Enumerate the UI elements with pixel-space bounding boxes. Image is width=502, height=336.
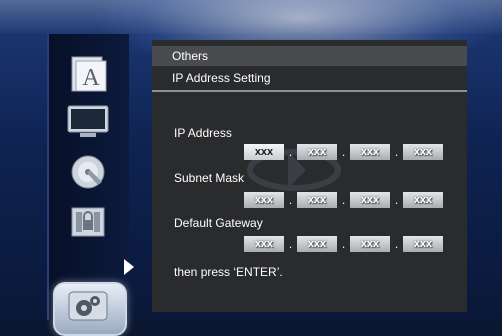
language-a-icon: A	[71, 56, 107, 92]
panel-title: Others	[172, 49, 209, 63]
settings-gears-icon	[68, 291, 108, 321]
gateway-octet-1[interactable]: xxx	[244, 236, 284, 252]
default-gateway-field[interactable]: xxx . xxx . xxx . xxx	[244, 236, 443, 252]
ip-octet-3[interactable]: xxx	[350, 144, 390, 160]
ip-octet-4[interactable]: xxx	[403, 144, 443, 160]
ip-address-field[interactable]: xxx . xxx . xxx . xxx	[244, 144, 443, 160]
subnet-octet-1[interactable]: xxx	[244, 192, 284, 208]
subnet-dot: .	[394, 193, 399, 207]
gateway-octet-3[interactable]: xxx	[350, 236, 390, 252]
sidebar-item-disc[interactable]	[59, 150, 117, 194]
gateway-dot: .	[394, 237, 399, 251]
sidebar-item-parental-lock[interactable]	[59, 200, 117, 244]
disc-icon	[71, 155, 105, 189]
sidebar-item-others[interactable]	[59, 284, 117, 328]
subnet-dot: .	[341, 193, 346, 207]
ip-dot: .	[341, 145, 346, 159]
ip-settings-panel: Others IP Address Setting IP Address xxx…	[152, 40, 467, 312]
ip-octet-1[interactable]: xxx	[244, 144, 284, 160]
subnet-octet-2[interactable]: xxx	[297, 192, 337, 208]
display-monitor-icon	[67, 105, 109, 137]
svg-text:A: A	[82, 65, 100, 91]
subnet-octet-3[interactable]: xxx	[350, 192, 390, 208]
settings-sidebar: A	[47, 34, 129, 336]
gateway-dot: .	[341, 237, 346, 251]
gateway-octet-2[interactable]: xxx	[297, 236, 337, 252]
gateway-octet-4[interactable]: xxx	[403, 236, 443, 252]
panel-subtitle: IP Address Setting	[172, 71, 271, 85]
ip-address-label: IP Address	[174, 126, 232, 140]
subnet-dot: .	[288, 193, 293, 207]
sidebar-item-language[interactable]: A	[59, 52, 117, 96]
ip-dot: .	[288, 145, 293, 159]
ip-octet-2[interactable]: xxx	[297, 144, 337, 160]
subnet-mask-label: Subnet Mask	[174, 171, 245, 185]
instruction-text: then press ‘ENTER’.	[174, 265, 283, 279]
subnet-mask-field[interactable]: xxx . xxx . xxx . xxx	[244, 192, 443, 208]
default-gateway-label: Default Gateway	[174, 216, 263, 230]
divider	[152, 90, 467, 92]
selected-arrow-icon	[124, 259, 134, 275]
parental-lock-icon	[71, 207, 105, 237]
gateway-dot: .	[288, 237, 293, 251]
sidebar-item-display[interactable]	[59, 100, 117, 144]
ip-dot: .	[394, 145, 399, 159]
subnet-octet-4[interactable]: xxx	[403, 192, 443, 208]
background-glow	[0, 0, 502, 34]
